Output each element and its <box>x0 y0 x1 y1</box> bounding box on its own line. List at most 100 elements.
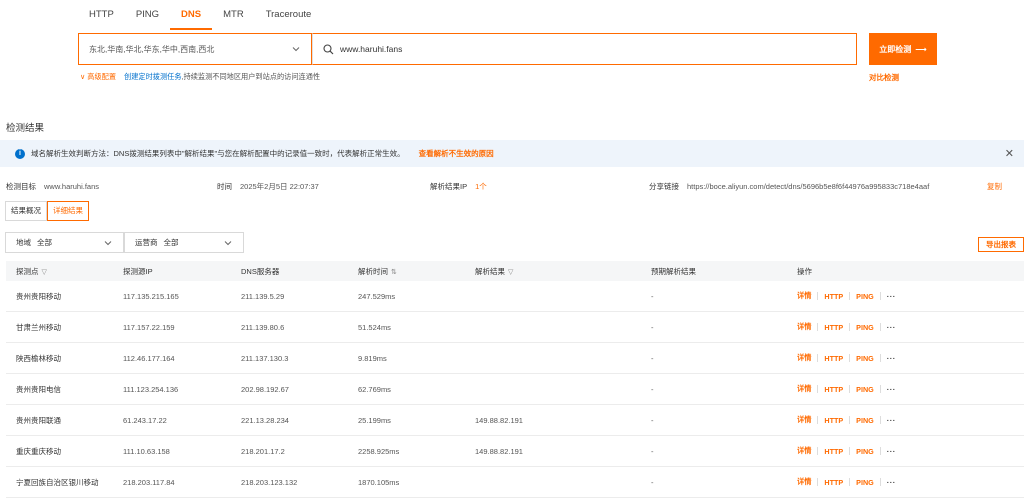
divider <box>817 416 819 424</box>
ping-link[interactable]: PING <box>856 385 874 394</box>
divider <box>849 478 851 486</box>
more-icon[interactable]: ··· <box>887 354 896 363</box>
region-filter[interactable]: 地域 全部 <box>5 232 124 253</box>
probe-point-cell: 贵州贵阳移动 <box>16 291 61 301</box>
tab-result-overview[interactable]: 结果概况 <box>5 201 47 221</box>
more-icon[interactable]: ··· <box>887 292 896 301</box>
http-link[interactable]: HTTP <box>824 478 843 487</box>
divider <box>879 385 881 393</box>
dns-server-cell: 202.98.192.67 <box>241 384 289 394</box>
table-row: 宁夏回族自治区银川移动 218.203.117.84 218.203.123.132… <box>6 467 1024 498</box>
schedule-description: ,持续监测不同地区用户到站点的访问连通性 <box>181 72 321 81</box>
resolve-time-cell: 9.819ms <box>358 353 387 363</box>
chevron-down-icon <box>224 240 232 245</box>
export-report-button[interactable]: 导出报表 <box>978 237 1024 252</box>
dns-server-cell: 218.201.17.2 <box>241 446 285 456</box>
divider <box>879 478 881 486</box>
resolve-time-cell: 247.529ms <box>358 291 396 301</box>
detail-link[interactable]: 详情 <box>797 322 811 332</box>
http-link[interactable]: HTTP <box>824 354 843 363</box>
detect-now-label: 立即检测 <box>879 44 912 54</box>
detail-link[interactable]: 详情 <box>797 291 811 301</box>
dns-server-cell: 221.13.28.234 <box>241 415 289 425</box>
http-link[interactable]: HTTP <box>824 416 843 425</box>
divider <box>879 416 881 424</box>
row-actions: 详情 HTTP PING ··· <box>797 446 1024 456</box>
sort-icon[interactable]: ⇅ <box>391 269 397 276</box>
more-icon[interactable]: ··· <box>887 478 896 487</box>
row-actions: 详情 HTTP PING ··· <box>797 353 1024 363</box>
divider <box>817 447 819 455</box>
ping-link[interactable]: PING <box>856 416 874 425</box>
detail-link[interactable]: 详情 <box>797 477 811 487</box>
header-resolve-result[interactable]: 解析结果 ▽ <box>475 266 651 277</box>
region-select-value: 东北,华南,华北,华东,华中,西南,西北 <box>89 44 215 54</box>
http-link[interactable]: HTTP <box>824 447 843 456</box>
detail-link[interactable]: 详情 <box>797 415 811 425</box>
probe-point-cell: 陕西榆林移动 <box>16 353 61 363</box>
compare-detect-link[interactable]: 对比检测 <box>869 72 899 83</box>
row-actions: 详情 HTTP PING ··· <box>797 384 1024 394</box>
result-ip-value[interactable]: 1个 <box>475 182 487 191</box>
tab-http[interactable]: HTTP <box>78 0 125 30</box>
probe-point-cell: 甘肃兰州移动 <box>16 322 61 332</box>
filter-icon[interactable]: ▽ <box>42 269 47 276</box>
divider <box>817 323 819 331</box>
isp-filter-label: 运营商 <box>135 238 158 247</box>
source-ip-cell: 61.243.17.22 <box>123 415 167 425</box>
table-row: 贵州贵阳移动 117.135.215.165 211.139.5.29 247.529… <box>6 281 1024 312</box>
divider <box>879 354 881 362</box>
ping-link[interactable]: PING <box>856 447 874 456</box>
source-ip-cell: 117.157.22.159 <box>123 322 175 332</box>
share-link-label: 分享链接 <box>649 182 679 191</box>
header-resolve-time[interactable]: 解析时间 ⇅ <box>358 266 475 277</box>
more-icon[interactable]: ··· <box>887 385 896 394</box>
http-link[interactable]: HTTP <box>824 292 843 301</box>
more-icon[interactable]: ··· <box>887 447 896 456</box>
close-icon[interactable]: ✕ <box>1005 147 1014 160</box>
domain-input[interactable]: www.haruhi.fans <box>312 33 857 65</box>
chevron-down-icon <box>292 47 300 52</box>
header-probe-point[interactable]: 探测点 ▽ <box>6 266 123 277</box>
row-actions: 详情 HTTP PING ··· <box>797 322 1024 332</box>
copy-link[interactable]: 复制 <box>987 181 1002 192</box>
tab-result-detail[interactable]: 详细结果 <box>47 201 89 221</box>
ping-link[interactable]: PING <box>856 323 874 332</box>
divider <box>817 354 819 362</box>
detect-target: 检测目标 www.haruhi.fans <box>6 181 99 192</box>
ping-link[interactable]: PING <box>856 478 874 487</box>
more-icon[interactable]: ··· <box>887 323 896 332</box>
expected-result-cell: - <box>651 415 654 425</box>
tab-traceroute[interactable]: Traceroute <box>255 0 323 30</box>
region-filter-label: 地域 <box>16 238 31 247</box>
detail-link[interactable]: 详情 <box>797 353 811 363</box>
more-icon[interactable]: ··· <box>887 416 896 425</box>
detail-link[interactable]: 详情 <box>797 384 811 394</box>
dns-server-cell: 211.139.80.6 <box>241 322 285 332</box>
notice-banner: i 域名解析生效判断方法：DNS拨测结果列表中"解析结果"与您在解析配置中的记录… <box>0 140 1024 167</box>
table-body: 贵州贵阳移动 117.135.215.165 211.139.5.29 247.529… <box>6 281 1024 498</box>
tab-dns[interactable]: DNS <box>170 0 213 30</box>
region-select[interactable]: 东北,华南,华北,华东,华中,西南,西北 <box>78 33 312 65</box>
detect-now-button[interactable]: 立即检测 ⟶ <box>869 33 937 65</box>
view-reason-link[interactable]: 查看解析不生效的原因 <box>419 148 494 159</box>
http-link[interactable]: HTTP <box>824 323 843 332</box>
table-row: 重庆重庆移动 111.10.63.158 218.201.17.2 2258.925m… <box>6 436 1024 467</box>
expected-result-cell: - <box>651 353 654 363</box>
chevron-down-icon: ∨ <box>80 72 86 81</box>
tab-mtr[interactable]: MTR <box>212 0 255 30</box>
create-schedule-link[interactable]: 创建定时拨测任务 <box>124 72 182 81</box>
expected-result-cell: - <box>651 322 654 332</box>
source-ip-cell: 117.135.215.165 <box>123 291 179 301</box>
filter-icon[interactable]: ▽ <box>508 269 513 276</box>
probe-point-cell: 贵州贵阳电信 <box>16 384 61 394</box>
advanced-config-link[interactable]: ∨ 高级配置 <box>80 72 116 82</box>
detail-link[interactable]: 详情 <box>797 446 811 456</box>
divider <box>849 354 851 362</box>
ping-link[interactable]: PING <box>856 354 874 363</box>
http-link[interactable]: HTTP <box>824 385 843 394</box>
isp-filter[interactable]: 运营商 全部 <box>124 232 244 253</box>
tab-ping[interactable]: PING <box>125 0 170 30</box>
resolve-time-cell: 62.769ms <box>358 384 391 394</box>
ping-link[interactable]: PING <box>856 292 874 301</box>
